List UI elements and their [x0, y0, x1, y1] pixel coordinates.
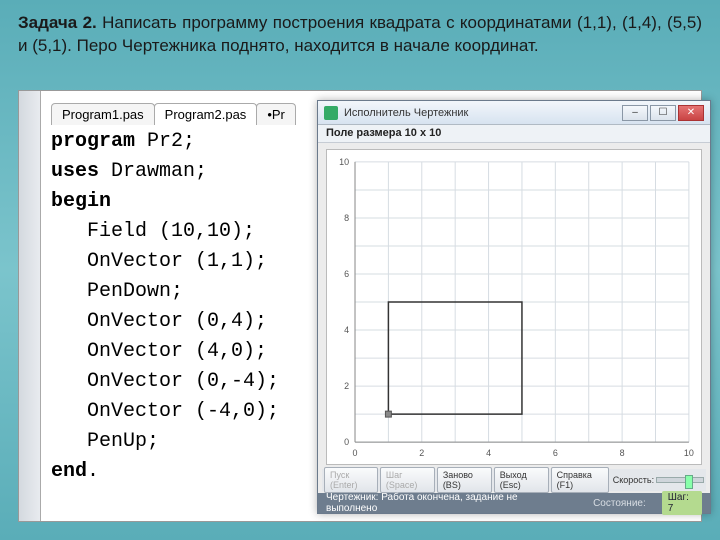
drawman-statusbar: Чертежник: Работа окончена, задание не в… — [318, 493, 710, 513]
svg-text:10: 10 — [339, 157, 349, 167]
code-text: Drawman; — [99, 160, 207, 183]
code-line: Field (10,10); — [51, 220, 255, 243]
close-button[interactable]: ✕ — [678, 105, 704, 121]
drawman-toolbar: Пуск (Enter) Шаг (Space) Заново (BS) Вых… — [322, 469, 706, 491]
speed-label: Скорость: — [613, 475, 654, 485]
help-button[interactable]: Справка (F1) — [551, 467, 609, 493]
editor-tabs: Program1.pas Program2.pas •Pr — [51, 103, 295, 125]
task-description: Задача 2. Написать программу построения … — [0, 0, 720, 64]
svg-text:6: 6 — [553, 448, 558, 458]
code-editor[interactable]: program Pr2; uses Drawman; begin Field (… — [51, 127, 279, 487]
code-line: OnVector (-4,0); — [51, 400, 279, 423]
code-line: OnVector (0,-4); — [51, 370, 279, 393]
code-line: OnVector (1,1); — [51, 250, 267, 273]
kw-program: program — [51, 130, 135, 153]
restart-button[interactable]: Заново (BS) — [437, 467, 492, 493]
task-body: Написать программу построения квадрата с… — [18, 13, 702, 55]
drawman-canvas: 10 8 6 4 2 0 0 2 4 6 8 10 — [326, 149, 702, 465]
kw-begin: begin — [51, 190, 111, 213]
drawing-grid: 10 8 6 4 2 0 0 2 4 6 8 10 — [327, 150, 701, 464]
kw-uses: uses — [51, 160, 99, 183]
drawman-app-icon — [324, 106, 338, 120]
svg-text:2: 2 — [419, 448, 424, 458]
status-state-label: Состояние: — [593, 498, 646, 509]
svg-text:2: 2 — [344, 381, 349, 391]
svg-text:8: 8 — [344, 213, 349, 223]
maximize-button[interactable]: ☐ — [650, 105, 676, 121]
tab-program2[interactable]: Program2.pas — [154, 103, 258, 125]
svg-text:6: 6 — [344, 269, 349, 279]
code-line: PenDown; — [51, 280, 183, 303]
status-main: Чертежник: Работа окончена, задание не в… — [326, 492, 561, 514]
minimize-button[interactable]: – — [622, 105, 648, 121]
start-button[interactable]: Пуск (Enter) — [324, 467, 378, 493]
task-label: Задача 2. — [18, 13, 97, 32]
code-line: OnVector (4,0); — [51, 340, 267, 363]
code-text: . — [87, 460, 99, 483]
kw-end: end — [51, 460, 87, 483]
drawman-window: Исполнитель Чертежник – ☐ ✕ Поле размера… — [317, 100, 711, 514]
code-line: OnVector (0,4); — [51, 310, 267, 333]
svg-text:4: 4 — [344, 325, 349, 335]
editor-gutter — [19, 91, 41, 521]
speed-slider[interactable] — [656, 477, 704, 483]
tab-pr[interactable]: •Pr — [256, 103, 296, 125]
drawman-title: Исполнитель Чертежник — [344, 107, 622, 119]
svg-text:0: 0 — [353, 448, 358, 458]
svg-text:8: 8 — [620, 448, 625, 458]
status-step: Шаг: 7 — [662, 491, 702, 515]
code-line: PenUp; — [51, 430, 159, 453]
drawman-titlebar[interactable]: Исполнитель Чертежник – ☐ ✕ — [318, 101, 710, 125]
code-text: Pr2; — [135, 130, 195, 153]
svg-text:0: 0 — [344, 437, 349, 447]
svg-text:10: 10 — [684, 448, 694, 458]
tab-program1[interactable]: Program1.pas — [51, 103, 155, 125]
window-buttons: – ☐ ✕ — [622, 105, 704, 121]
step-button[interactable]: Шаг (Space) — [380, 467, 435, 493]
svg-text:4: 4 — [486, 448, 491, 458]
exit-button[interactable]: Выход (Esc) — [494, 467, 549, 493]
drawman-subtitle: Поле размера 10 x 10 — [318, 125, 710, 143]
